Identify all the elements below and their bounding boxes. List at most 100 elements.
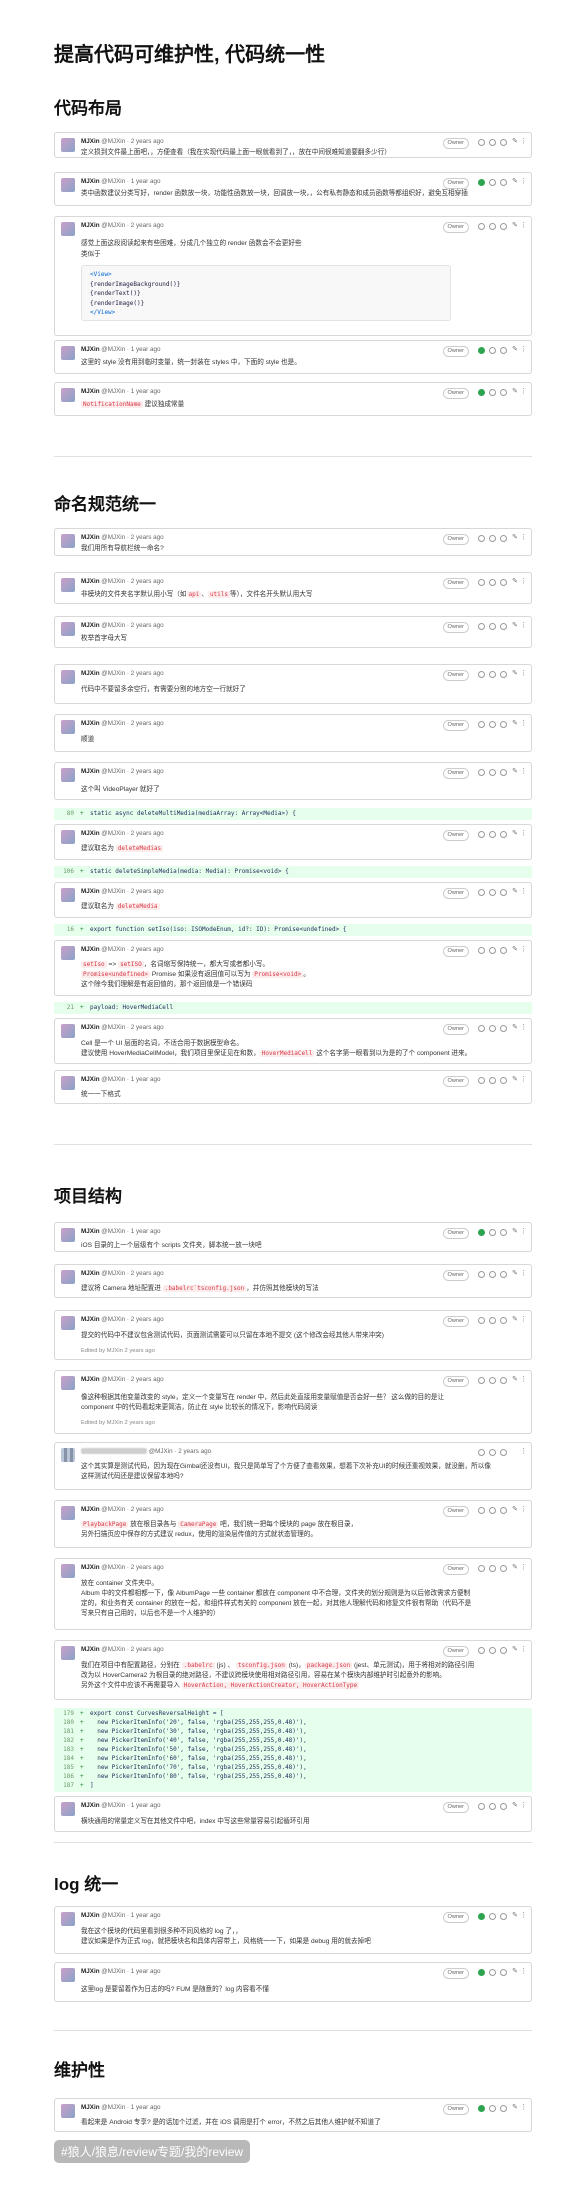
avatar[interactable] xyxy=(61,1802,75,1816)
pencil-icon[interactable]: ✎ xyxy=(512,719,518,727)
more-icon[interactable]: ⋮ xyxy=(520,137,527,145)
resolve-icon[interactable] xyxy=(489,769,496,776)
avatar[interactable] xyxy=(61,622,75,636)
author-name[interactable]: MJXin xyxy=(81,946,100,953)
author-name[interactable]: MJXin xyxy=(81,1316,100,1323)
smiley-icon[interactable] xyxy=(478,579,485,586)
avatar[interactable] xyxy=(61,1076,75,1090)
more-icon[interactable]: ⋮ xyxy=(520,621,527,629)
avatar[interactable] xyxy=(61,1228,75,1242)
smiley-icon[interactable] xyxy=(489,1229,496,1236)
avatar[interactable] xyxy=(61,346,75,360)
reply-icon[interactable] xyxy=(500,389,507,396)
more-icon[interactable]: ⋮ xyxy=(520,1315,527,1323)
avatar[interactable] xyxy=(61,1912,75,1926)
reply-icon[interactable] xyxy=(500,1803,507,1810)
pencil-icon[interactable]: ✎ xyxy=(512,1023,518,1031)
resolve-icon[interactable] xyxy=(489,1317,496,1324)
pencil-icon[interactable]: ✎ xyxy=(512,177,518,185)
resolve-icon[interactable] xyxy=(489,223,496,230)
pencil-icon[interactable]: ✎ xyxy=(512,1801,518,1809)
author-name[interactable]: MJXin xyxy=(81,138,100,145)
pencil-icon[interactable]: ✎ xyxy=(512,1315,518,1323)
reply-icon[interactable] xyxy=(500,1077,507,1084)
avatar[interactable] xyxy=(61,1646,75,1660)
avatar[interactable] xyxy=(61,1448,75,1462)
reply-icon[interactable] xyxy=(500,1025,507,1032)
pencil-icon[interactable]: ✎ xyxy=(512,221,518,229)
smiley-icon[interactable] xyxy=(478,223,485,230)
reply-icon[interactable] xyxy=(500,1647,507,1654)
smiley-icon[interactable] xyxy=(478,671,485,678)
avatar[interactable] xyxy=(61,388,75,402)
smiley-icon[interactable] xyxy=(478,889,485,896)
reply-icon[interactable] xyxy=(500,1969,507,1976)
author-name[interactable]: MJXin xyxy=(81,178,100,185)
avatar[interactable] xyxy=(61,1270,75,1284)
resolve-icon[interactable] xyxy=(489,889,496,896)
more-icon[interactable]: ⋮ xyxy=(520,887,527,895)
smiley-icon[interactable] xyxy=(478,1271,485,1278)
resolve-icon[interactable] xyxy=(489,947,496,954)
more-icon[interactable]: ⋮ xyxy=(520,1645,527,1653)
author-name[interactable]: MJXin xyxy=(81,1506,100,1513)
avatar[interactable] xyxy=(61,1024,75,1038)
resolve-icon[interactable] xyxy=(489,721,496,728)
pencil-icon[interactable]: ✎ xyxy=(512,945,518,953)
avatar[interactable] xyxy=(61,222,75,236)
more-icon[interactable]: ⋮ xyxy=(520,1801,527,1809)
smiley-icon[interactable] xyxy=(478,139,485,146)
resolve-icon[interactable] xyxy=(489,139,496,146)
more-icon[interactable]: ⋮ xyxy=(520,1075,527,1083)
smiley-icon[interactable] xyxy=(478,1377,485,1384)
pencil-icon[interactable]: ✎ xyxy=(512,137,518,145)
author-name[interactable]: MJXin xyxy=(81,768,100,775)
resolve-icon[interactable] xyxy=(489,1565,496,1572)
smiley-icon[interactable] xyxy=(478,1565,485,1572)
avatar[interactable] xyxy=(61,1376,75,1390)
smiley-icon[interactable] xyxy=(489,389,496,396)
resolve-icon[interactable] xyxy=(489,1377,496,1384)
avatar[interactable] xyxy=(61,1564,75,1578)
author-name[interactable]: MJXin xyxy=(81,1968,100,1975)
smiley-icon[interactable] xyxy=(489,347,496,354)
reply-icon[interactable] xyxy=(500,831,507,838)
author-name[interactable]: MJXin xyxy=(81,1564,100,1571)
smiley-icon[interactable] xyxy=(478,769,485,776)
smiley-icon[interactable] xyxy=(478,623,485,630)
author-name[interactable]: MJXin xyxy=(81,388,100,395)
reply-icon[interactable] xyxy=(500,1317,507,1324)
smiley-icon[interactable] xyxy=(478,535,485,542)
pencil-icon[interactable]: ✎ xyxy=(512,533,518,541)
reply-icon[interactable] xyxy=(500,721,507,728)
author-name[interactable]: MJXin xyxy=(81,1646,100,1653)
author-name[interactable]: MJXin xyxy=(81,1076,100,1083)
more-icon[interactable]: ⋮ xyxy=(520,829,527,837)
more-icon[interactable]: ⋮ xyxy=(520,1967,527,1975)
smiley-icon[interactable] xyxy=(489,2105,496,2112)
resolved-icon[interactable] xyxy=(478,2105,485,2112)
reply-icon[interactable] xyxy=(500,1565,507,1572)
reply-icon[interactable] xyxy=(500,1229,507,1236)
smiley-icon[interactable] xyxy=(478,947,485,954)
reply-icon[interactable] xyxy=(500,769,507,776)
reply-icon[interactable] xyxy=(500,2105,507,2112)
smiley-icon[interactable] xyxy=(489,179,496,186)
smiley-icon[interactable] xyxy=(478,1647,485,1654)
more-icon[interactable]: ⋮ xyxy=(520,1447,527,1455)
author-name[interactable]: MJXin xyxy=(81,222,100,229)
smiley-icon[interactable] xyxy=(478,831,485,838)
pencil-icon[interactable]: ✎ xyxy=(512,1269,518,1277)
avatar[interactable] xyxy=(61,2104,75,2118)
more-icon[interactable]: ⋮ xyxy=(520,767,527,775)
avatar[interactable] xyxy=(61,138,75,152)
resolved-icon[interactable] xyxy=(478,389,485,396)
more-icon[interactable]: ⋮ xyxy=(520,719,527,727)
pencil-icon[interactable]: ✎ xyxy=(512,1911,518,1919)
reply-icon[interactable] xyxy=(500,623,507,630)
reply-icon[interactable] xyxy=(500,139,507,146)
pencil-icon[interactable]: ✎ xyxy=(512,1227,518,1235)
resolve-icon[interactable] xyxy=(489,1025,496,1032)
more-icon[interactable]: ⋮ xyxy=(520,345,527,353)
avatar[interactable] xyxy=(61,1968,75,1982)
